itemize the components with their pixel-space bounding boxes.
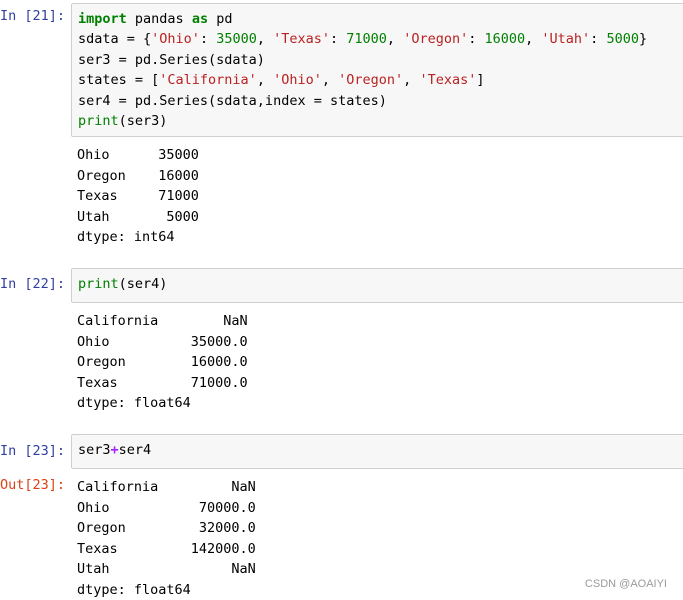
code-input-area[interactable]: import pandas as pd sdata = {'Ohio': 3500… <box>71 3 683 137</box>
code-line: print(ser4) <box>78 274 677 294</box>
output-area: Ohio 35000 Oregon 16000 Texas 71000 Utah 50… <box>77 145 677 248</box>
output-line: Utah 5000 <box>77 208 199 225</box>
output-line: Texas 71000 <box>77 188 199 204</box>
output-line: Utah NaN <box>77 561 256 577</box>
input-prompt: In [21]: <box>0 8 66 24</box>
code-token: , <box>403 72 420 89</box>
code-token: , <box>256 72 274 89</box>
code-line: sdata = {'Ohio': 35000, 'Texas': 71000, … <box>78 29 677 49</box>
code-token: ] <box>476 72 485 89</box>
code-token: : <box>199 31 217 48</box>
code-token: 71000 <box>346 31 387 48</box>
code-line: ser3 = pd.Series(sdata) <box>78 50 677 70</box>
code-token: , <box>386 31 404 48</box>
code-line: print(ser3) <box>78 111 677 131</box>
code-token: 16000 <box>484 31 526 48</box>
code-input-area[interactable]: print(ser4) <box>71 268 683 303</box>
output-prompt: Out[23]: <box>0 477 66 493</box>
output-line: Ohio 35000 <box>77 147 199 163</box>
code-token: 'Utah' <box>541 31 591 48</box>
code-line: ser3+ser4 <box>78 440 677 460</box>
code-line: states = ['California', 'Ohio', 'Oregon'… <box>78 70 677 90</box>
code-token: pandas <box>126 11 192 27</box>
code-token: 5000 <box>606 31 639 48</box>
code-token: : <box>468 31 485 48</box>
code-token: import <box>78 11 127 27</box>
code-token: ser3 <box>78 442 111 458</box>
code-token: states = [ <box>78 72 160 89</box>
output-line: Oregon 32000.0 <box>77 520 256 536</box>
input-prompt: In [23]: <box>0 443 66 459</box>
code-token: ser4 <box>118 442 152 458</box>
code-token: (ser3) <box>118 112 168 129</box>
code-line: import pandas as pd <box>78 9 677 29</box>
code-input-area[interactable]: ser3+ser4 <box>71 434 683 469</box>
code-token: sdata = { <box>78 31 152 48</box>
watermark: CSDN @AOAIYI <box>584 578 667 590</box>
code-line: ser4 = pd.Series(sdata,index = states) <box>78 91 677 111</box>
input-prompt: In [22]: <box>0 276 66 292</box>
code-token: ser4 = pd.Series(sdata,index = states) <box>78 92 387 109</box>
code-token: , <box>256 31 274 48</box>
code-token: 'Ohio' <box>273 72 322 89</box>
code-token: print <box>78 112 119 129</box>
code-token: 35000 <box>216 31 257 48</box>
code-token: } <box>638 31 648 48</box>
code-token: (ser4) <box>118 276 168 292</box>
code-token: 'Texas' <box>419 72 477 89</box>
code-token: pd <box>208 11 233 27</box>
output-area: California NaN Ohio 35000.0 Oregon 16000.0… <box>77 311 677 414</box>
code-token: : <box>590 31 607 48</box>
output-line: California NaN <box>77 479 256 495</box>
code-token: : <box>330 31 347 48</box>
output-line: Ohio 70000.0 <box>77 499 256 516</box>
code-token: 'California' <box>159 72 257 89</box>
code-token: print <box>78 276 119 292</box>
code-token: + <box>110 442 119 458</box>
output-line: dtype: int64 <box>77 229 175 245</box>
output-line: Texas 142000.0 <box>77 540 256 557</box>
code-token: 'Ohio' <box>151 31 200 48</box>
code-token: 'Oregon' <box>403 31 469 48</box>
code-token: 'Texas' <box>273 31 331 48</box>
output-line: Oregon 16000 <box>77 167 199 184</box>
output-line: Ohio 35000.0 <box>77 333 248 350</box>
output-line: dtype: float64 <box>77 395 191 411</box>
code-token: 'Oregon' <box>338 72 404 89</box>
code-token: ser3 = pd.Series(sdata) <box>78 51 265 68</box>
code-token: , <box>321 72 339 89</box>
code-token: , <box>525 31 542 48</box>
code-token: as <box>191 11 209 27</box>
output-line: Oregon 16000.0 <box>77 354 248 370</box>
output-line: California NaN <box>77 313 248 329</box>
output-line: Texas 71000.0 <box>77 374 248 391</box>
